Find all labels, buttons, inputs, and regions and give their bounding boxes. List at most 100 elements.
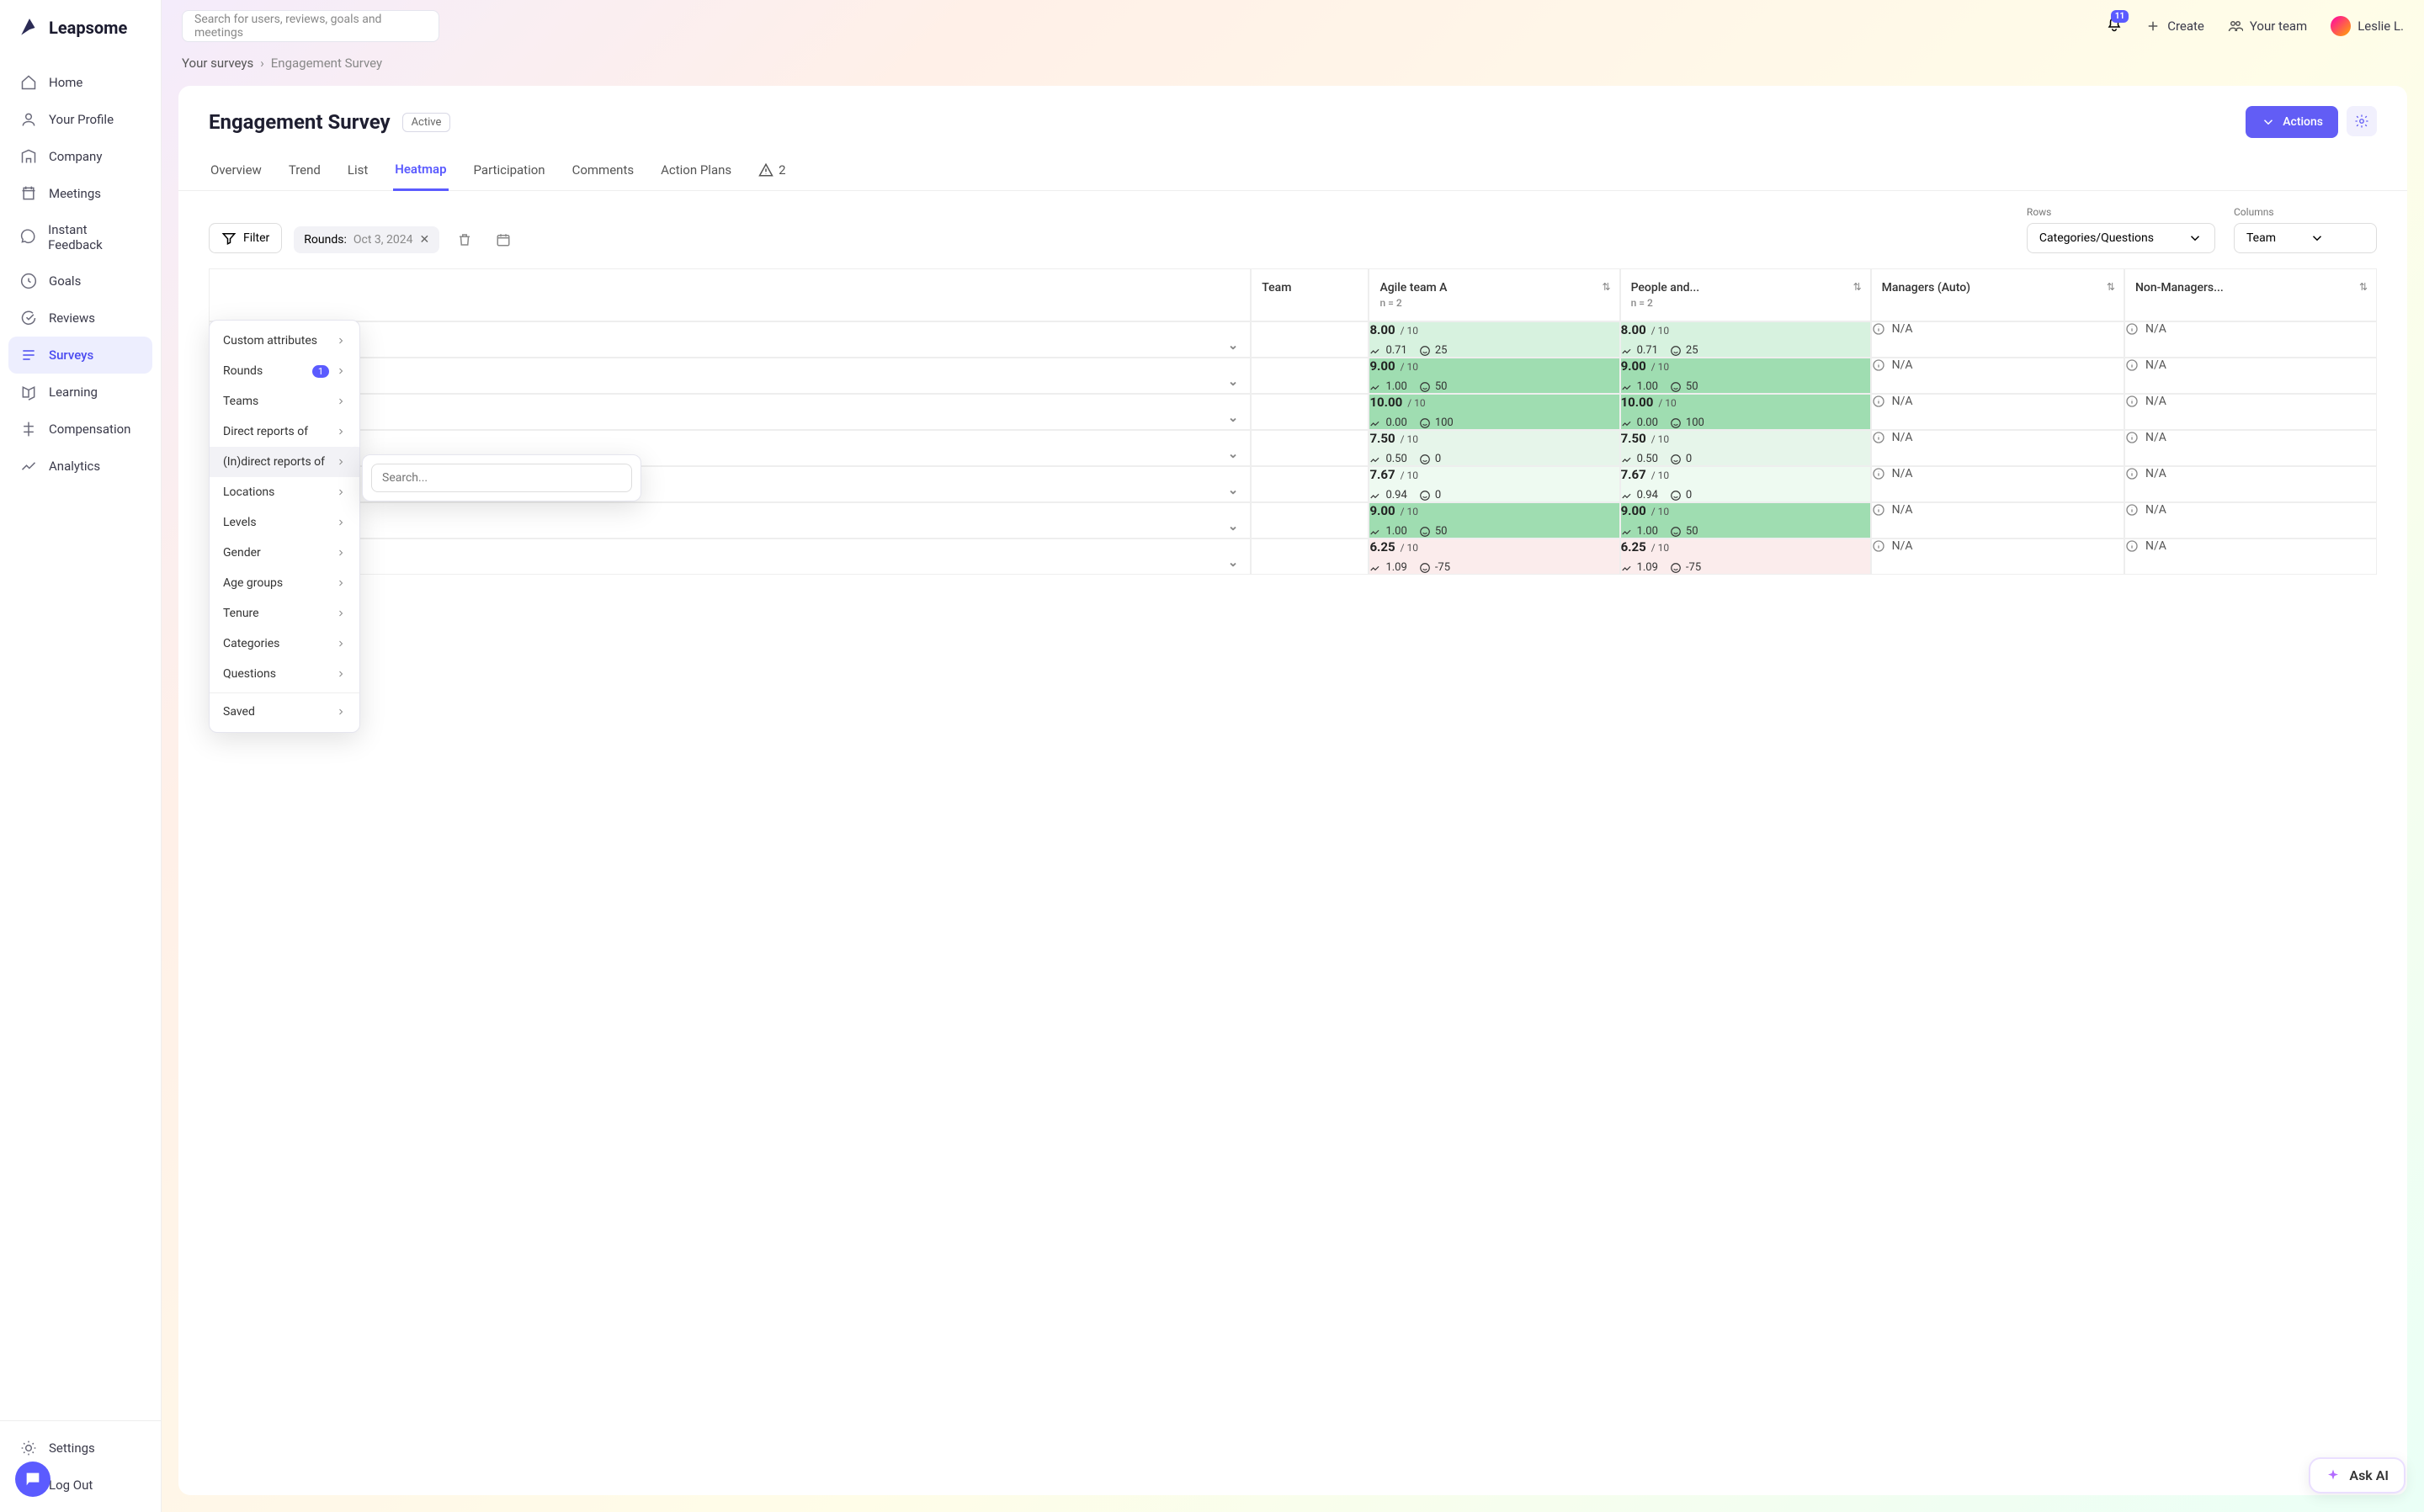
tab-participation[interactable]: Participation [472, 154, 547, 189]
filter-option-age-groups[interactable]: Age groups [210, 568, 359, 598]
chart-icon [1369, 417, 1381, 429]
sidebar-item-goals[interactable]: Goals [8, 263, 152, 300]
info-icon [2125, 503, 2139, 517]
sidebar-item-home[interactable]: Home [8, 64, 152, 101]
settings-button[interactable] [2347, 106, 2377, 136]
filter-option-label: Age groups [223, 576, 283, 590]
chip-value: Oct 3, 2024 [354, 233, 413, 247]
rows-select[interactable]: Categories/Questions [2027, 223, 2215, 253]
sort-icon[interactable]: ⇅ [2359, 281, 2368, 293]
smile-icon [1670, 381, 1682, 393]
category-row[interactable]: ⌄ [209, 502, 1251, 538]
create-label: Create [2167, 19, 2204, 34]
sidebar-item-company[interactable]: Company [8, 138, 152, 175]
score-cell-na: N/A [1871, 538, 2124, 575]
nav-main: HomeYour Profile Company MeetingsInstant F… [0, 56, 161, 1420]
sidebar-item-compensation[interactable]: Compensation [8, 411, 152, 448]
category-row[interactable]: ⌄ [209, 321, 1251, 358]
crumb-surveys[interactable]: Your surveys [182, 56, 253, 71]
sidebar-item-meetings[interactable]: Meetings [8, 175, 152, 212]
sort-icon[interactable]: ⇅ [1603, 281, 1611, 293]
tab-alerts[interactable]: 2 [757, 154, 787, 189]
notifications-button[interactable]: 11 [2107, 17, 2122, 35]
chevron-down-icon [2187, 231, 2203, 246]
column-header[interactable]: Agile team An = 2⇅ [1369, 268, 1619, 321]
filter-button[interactable]: Filter [209, 223, 282, 253]
chart-icon [1369, 526, 1381, 538]
sort-icon[interactable]: ⇅ [2107, 281, 2115, 293]
tab-overview[interactable]: Overview [209, 154, 263, 189]
tab-comments[interactable]: Comments [571, 154, 636, 189]
score-cell[interactable]: 6.25/ 101.09-75 [1620, 538, 1871, 575]
filter-chip-rounds[interactable]: Rounds: Oct 3, 2024 ✕ [294, 226, 439, 253]
score-cell[interactable]: 8.00/ 100.7125 [1620, 321, 1871, 358]
filter-option-label: Questions [223, 667, 276, 681]
chart-icon [1369, 381, 1381, 393]
category-row[interactable]: ⌄ [209, 394, 1251, 430]
global-search-input[interactable]: Search for users, reviews, goals and mee… [182, 10, 439, 42]
intercom-fab[interactable] [15, 1462, 50, 1497]
tab-action-plans[interactable]: Action Plans [659, 154, 733, 189]
score-cell[interactable]: 7.67/ 100.940 [1620, 466, 1871, 502]
cols-select[interactable]: Team [2234, 223, 2377, 253]
tab-trend[interactable]: Trend [287, 154, 322, 189]
date-button[interactable] [490, 226, 517, 253]
filter-option-questions[interactable]: Questions [210, 659, 359, 689]
sidebar-item-instant-feedback[interactable]: Instant Feedback [8, 212, 152, 263]
sidebar-item-your-profile[interactable]: Your Profile [8, 101, 152, 138]
score-cell[interactable]: 7.67/ 100.940 [1369, 466, 1619, 502]
smile-icon [1670, 490, 1682, 501]
info-icon [2125, 322, 2139, 336]
category-row[interactable]: Reward2 Questions⌄ [209, 538, 1251, 575]
column-header[interactable]: Team [1251, 268, 1369, 321]
filter-option-gender[interactable]: Gender [210, 538, 359, 568]
score-cell[interactable]: 7.50/ 100.500 [1620, 430, 1871, 466]
score-cell[interactable]: 10.00/ 100.00100 [1620, 394, 1871, 430]
filter-popover: Custom attributesRounds1Teams Direct repo… [209, 320, 360, 733]
filter-search-input[interactable] [371, 464, 632, 492]
sidebar-item-surveys[interactable]: Surveys [8, 337, 152, 374]
score-cell-na: N/A [1871, 430, 2124, 466]
chevron-right-icon [336, 457, 346, 467]
sidebar-item-reviews[interactable]: Reviews [8, 300, 152, 337]
score-cell[interactable]: 7.50/ 100.500 [1369, 430, 1619, 466]
filter-option-direct-reports-of[interactable]: Direct reports of [210, 416, 359, 447]
nav-label: Company [49, 149, 102, 164]
nav-label: Goals [49, 273, 81, 289]
create-button[interactable]: Create [2145, 19, 2204, 34]
column-header[interactable]: People and...n = 2⇅ [1620, 268, 1871, 321]
score-cell[interactable]: 10.00/ 100.00100 [1369, 394, 1619, 430]
score-cell[interactable]: 9.00/ 101.0050 [1369, 502, 1619, 538]
score-cell[interactable]: 9.00/ 101.0050 [1620, 502, 1871, 538]
filter-option-label: Direct reports of [223, 425, 308, 438]
score-cell[interactable]: 6.25/ 101.09-75 [1369, 538, 1619, 575]
filter-option--in-direct-reports-of[interactable]: (In)direct reports of [210, 447, 359, 477]
user-menu[interactable]: Leslie L. [2331, 16, 2404, 36]
chart-icon [1369, 562, 1381, 574]
chip-remove-icon[interactable]: ✕ [419, 233, 429, 247]
nav-icon [20, 273, 37, 289]
sidebar-item-learning[interactable]: Learning [8, 374, 152, 411]
filter-option-tenure[interactable]: Tenure [210, 598, 359, 629]
filter-option-saved[interactable]: Saved [210, 697, 359, 727]
ask-ai-button[interactable]: Ask AI [2309, 1457, 2405, 1493]
filter-option-rounds[interactable]: Rounds1 [210, 356, 359, 386]
delete-filters-button[interactable] [451, 226, 478, 253]
sort-icon[interactable]: ⇅ [1853, 281, 1862, 293]
tab-list[interactable]: List [346, 154, 369, 189]
your-team-button[interactable]: Your team [2228, 19, 2307, 34]
score-cell[interactable]: 9.00/ 101.0050 [1620, 358, 1871, 394]
score-cell[interactable]: 9.00/ 101.0050 [1369, 358, 1619, 394]
sidebar-item-analytics[interactable]: Analytics [8, 448, 152, 485]
actions-button[interactable]: Actions [2246, 106, 2338, 138]
score-cell[interactable]: 8.00/ 100.7125 [1369, 321, 1619, 358]
tab-heatmap[interactable]: Heatmap [393, 153, 448, 191]
filter-option-locations[interactable]: Locations [210, 477, 359, 507]
column-header[interactable]: Non-Managers...⇅ [2124, 268, 2377, 321]
filter-option-teams[interactable]: Teams [210, 386, 359, 416]
filter-option-levels[interactable]: Levels [210, 507, 359, 538]
filter-option-categories[interactable]: Categories [210, 629, 359, 659]
category-row[interactable]: ⌄ [209, 358, 1251, 394]
filter-option-custom-attributes[interactable]: Custom attributes [210, 326, 359, 356]
column-header[interactable]: Managers (Auto)⇅ [1871, 268, 2124, 321]
